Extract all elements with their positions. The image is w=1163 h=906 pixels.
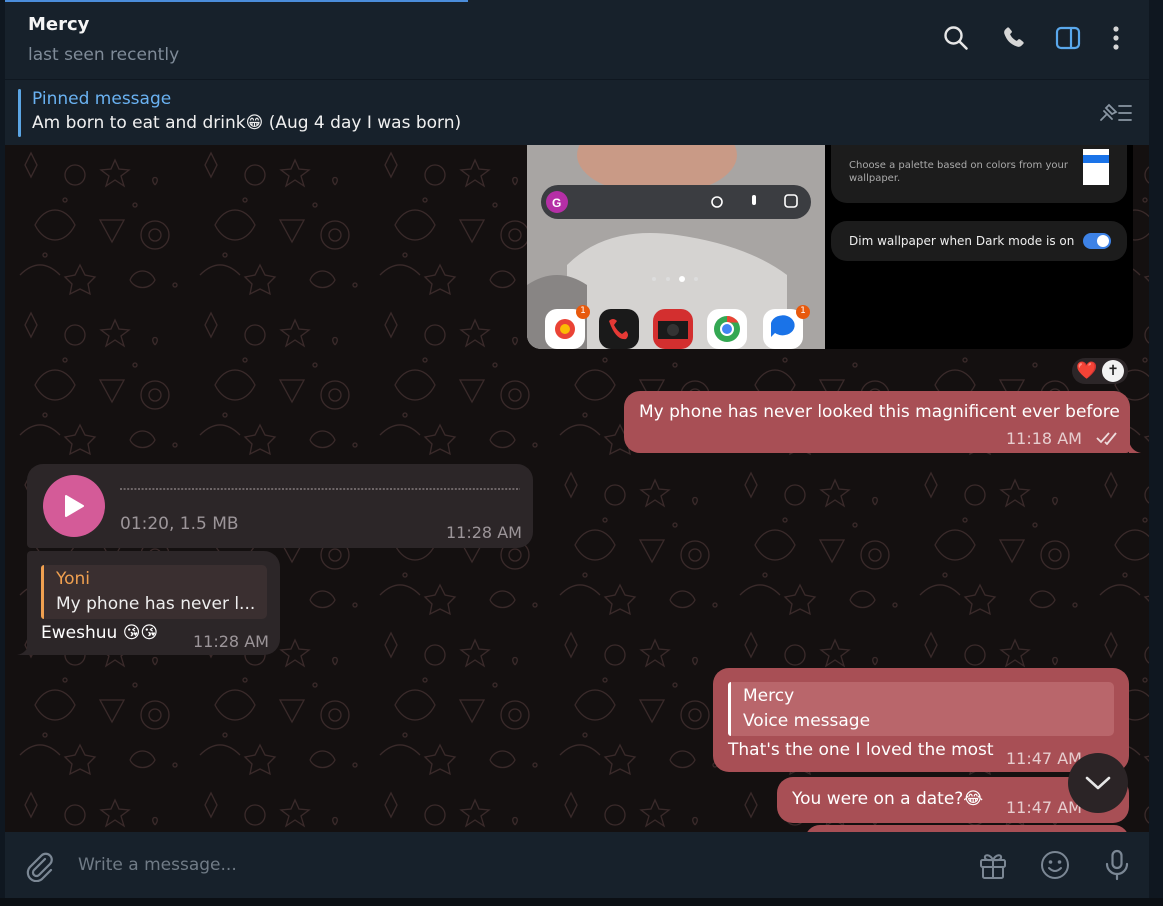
pinned-text: Am born to eat and drink😁 (Aug 4 day I w…	[32, 113, 462, 133]
dim-wallpaper-toggle	[1083, 233, 1111, 249]
telegram-window: Mercy last seen recently Pinned message …	[0, 0, 1163, 906]
incoming-voice-message[interactable]: 01:20, 1.5 MB 11:28 AM	[27, 464, 533, 548]
bubble-tail	[1129, 441, 1141, 453]
reply-sender: Mercy	[743, 686, 795, 706]
chat-header[interactable]: Mercy last seen recently	[5, 2, 1149, 78]
chat-title[interactable]: Mercy	[28, 14, 89, 35]
message-input[interactable]	[78, 850, 938, 880]
play-icon	[65, 495, 84, 517]
dim-wallpaper-label: Dim wallpaper when Dark mode is on	[849, 234, 1075, 248]
message-time: 11:18 AM	[1006, 429, 1082, 448]
dim-wallpaper-row: Dim wallpaper when Dark mode is on	[831, 221, 1127, 261]
outgoing-message[interactable]: My phone has never looked this magnifice…	[624, 391, 1130, 453]
window-edge-right	[1149, 0, 1163, 906]
incoming-reply-message[interactable]: .r-in::before{background:#f0a050;} Yoni …	[27, 551, 280, 655]
message-text: Eweshuu 😘😘	[41, 623, 159, 643]
palette-swatch	[1083, 149, 1109, 185]
sidebar-toggle-icon[interactable]	[1054, 24, 1082, 52]
reply-quote[interactable]: Mercy Voice message	[728, 682, 1114, 736]
reactions-bar[interactable]: ❤️ ✝	[1072, 358, 1128, 384]
play-button[interactable]	[43, 475, 105, 537]
reply-sender: Yoni	[56, 569, 91, 589]
reaction-cross: ✝	[1107, 363, 1119, 379]
palette-description-line1: Choose a palette based on colors from yo…	[849, 160, 1068, 171]
message-time: 11:47 AM	[1006, 798, 1082, 817]
notification-badge: 1	[800, 306, 806, 316]
reply-text: My phone has never l...	[56, 594, 256, 614]
outgoing-message-partial[interactable]	[805, 825, 1129, 832]
voice-waveform[interactable]	[120, 486, 520, 492]
phone-icon[interactable]	[999, 24, 1027, 52]
chevron-down-icon	[1085, 776, 1111, 790]
scroll-to-bottom-button[interactable]	[1068, 753, 1128, 813]
reaction-heart[interactable]: ❤️	[1076, 361, 1097, 381]
read-checkmarks-icon	[1096, 432, 1117, 445]
reply-text: Voice message	[743, 711, 871, 731]
palette-description-line2: wallpaper.	[849, 173, 901, 184]
notification-badge: 1	[580, 306, 586, 316]
paperclip-icon[interactable]	[23, 850, 55, 883]
voice-duration-size: 01:20, 1.5 MB	[120, 514, 239, 534]
svg-text:G: G	[552, 196, 561, 210]
photo-message-homescreen[interactable]: G 1 1	[527, 145, 825, 349]
message-text: That's the one I loved the most	[728, 740, 994, 760]
reaction-avatar: ✝	[1102, 360, 1124, 382]
microphone-icon[interactable]	[1100, 848, 1134, 882]
color-palette-card: Choose a palette based on colors from yo…	[831, 145, 1127, 203]
gift-icon[interactable]	[976, 848, 1010, 882]
reply-quote[interactable]: .r-in::before{background:#f0a050;} Yoni …	[41, 565, 267, 619]
outgoing-reply-message[interactable]: Mercy Voice message That's the one I lov…	[713, 668, 1129, 772]
message-composer	[5, 832, 1149, 898]
message-time: 11:47 AM	[1006, 749, 1082, 768]
search-icon[interactable]	[942, 24, 970, 52]
chat-status: last seen recently	[28, 45, 180, 65]
taskbar-strip	[0, 898, 1163, 906]
message-text: You were on a date?😂	[792, 789, 984, 809]
more-options-icon[interactable]	[1102, 24, 1130, 52]
photo-message-settings[interactable]: Choose a palette based on colors from yo…	[825, 145, 1133, 349]
message-text: My phone has never looked this magnifice…	[639, 402, 1120, 422]
unpin-icon[interactable]	[1095, 100, 1135, 126]
pinned-indicator	[18, 89, 21, 137]
message-time: 11:28 AM	[446, 523, 522, 542]
bubble-tail	[17, 643, 29, 655]
message-time: 11:28 AM	[193, 632, 269, 651]
emoji-icon[interactable]	[1038, 848, 1072, 882]
pinned-title: Pinned message	[32, 89, 172, 109]
pinned-message-bar[interactable]: Pinned message Am born to eat and drink😁…	[5, 79, 1149, 145]
message-list[interactable]: G 1 1 Choose a palette based on colors f…	[5, 145, 1149, 832]
